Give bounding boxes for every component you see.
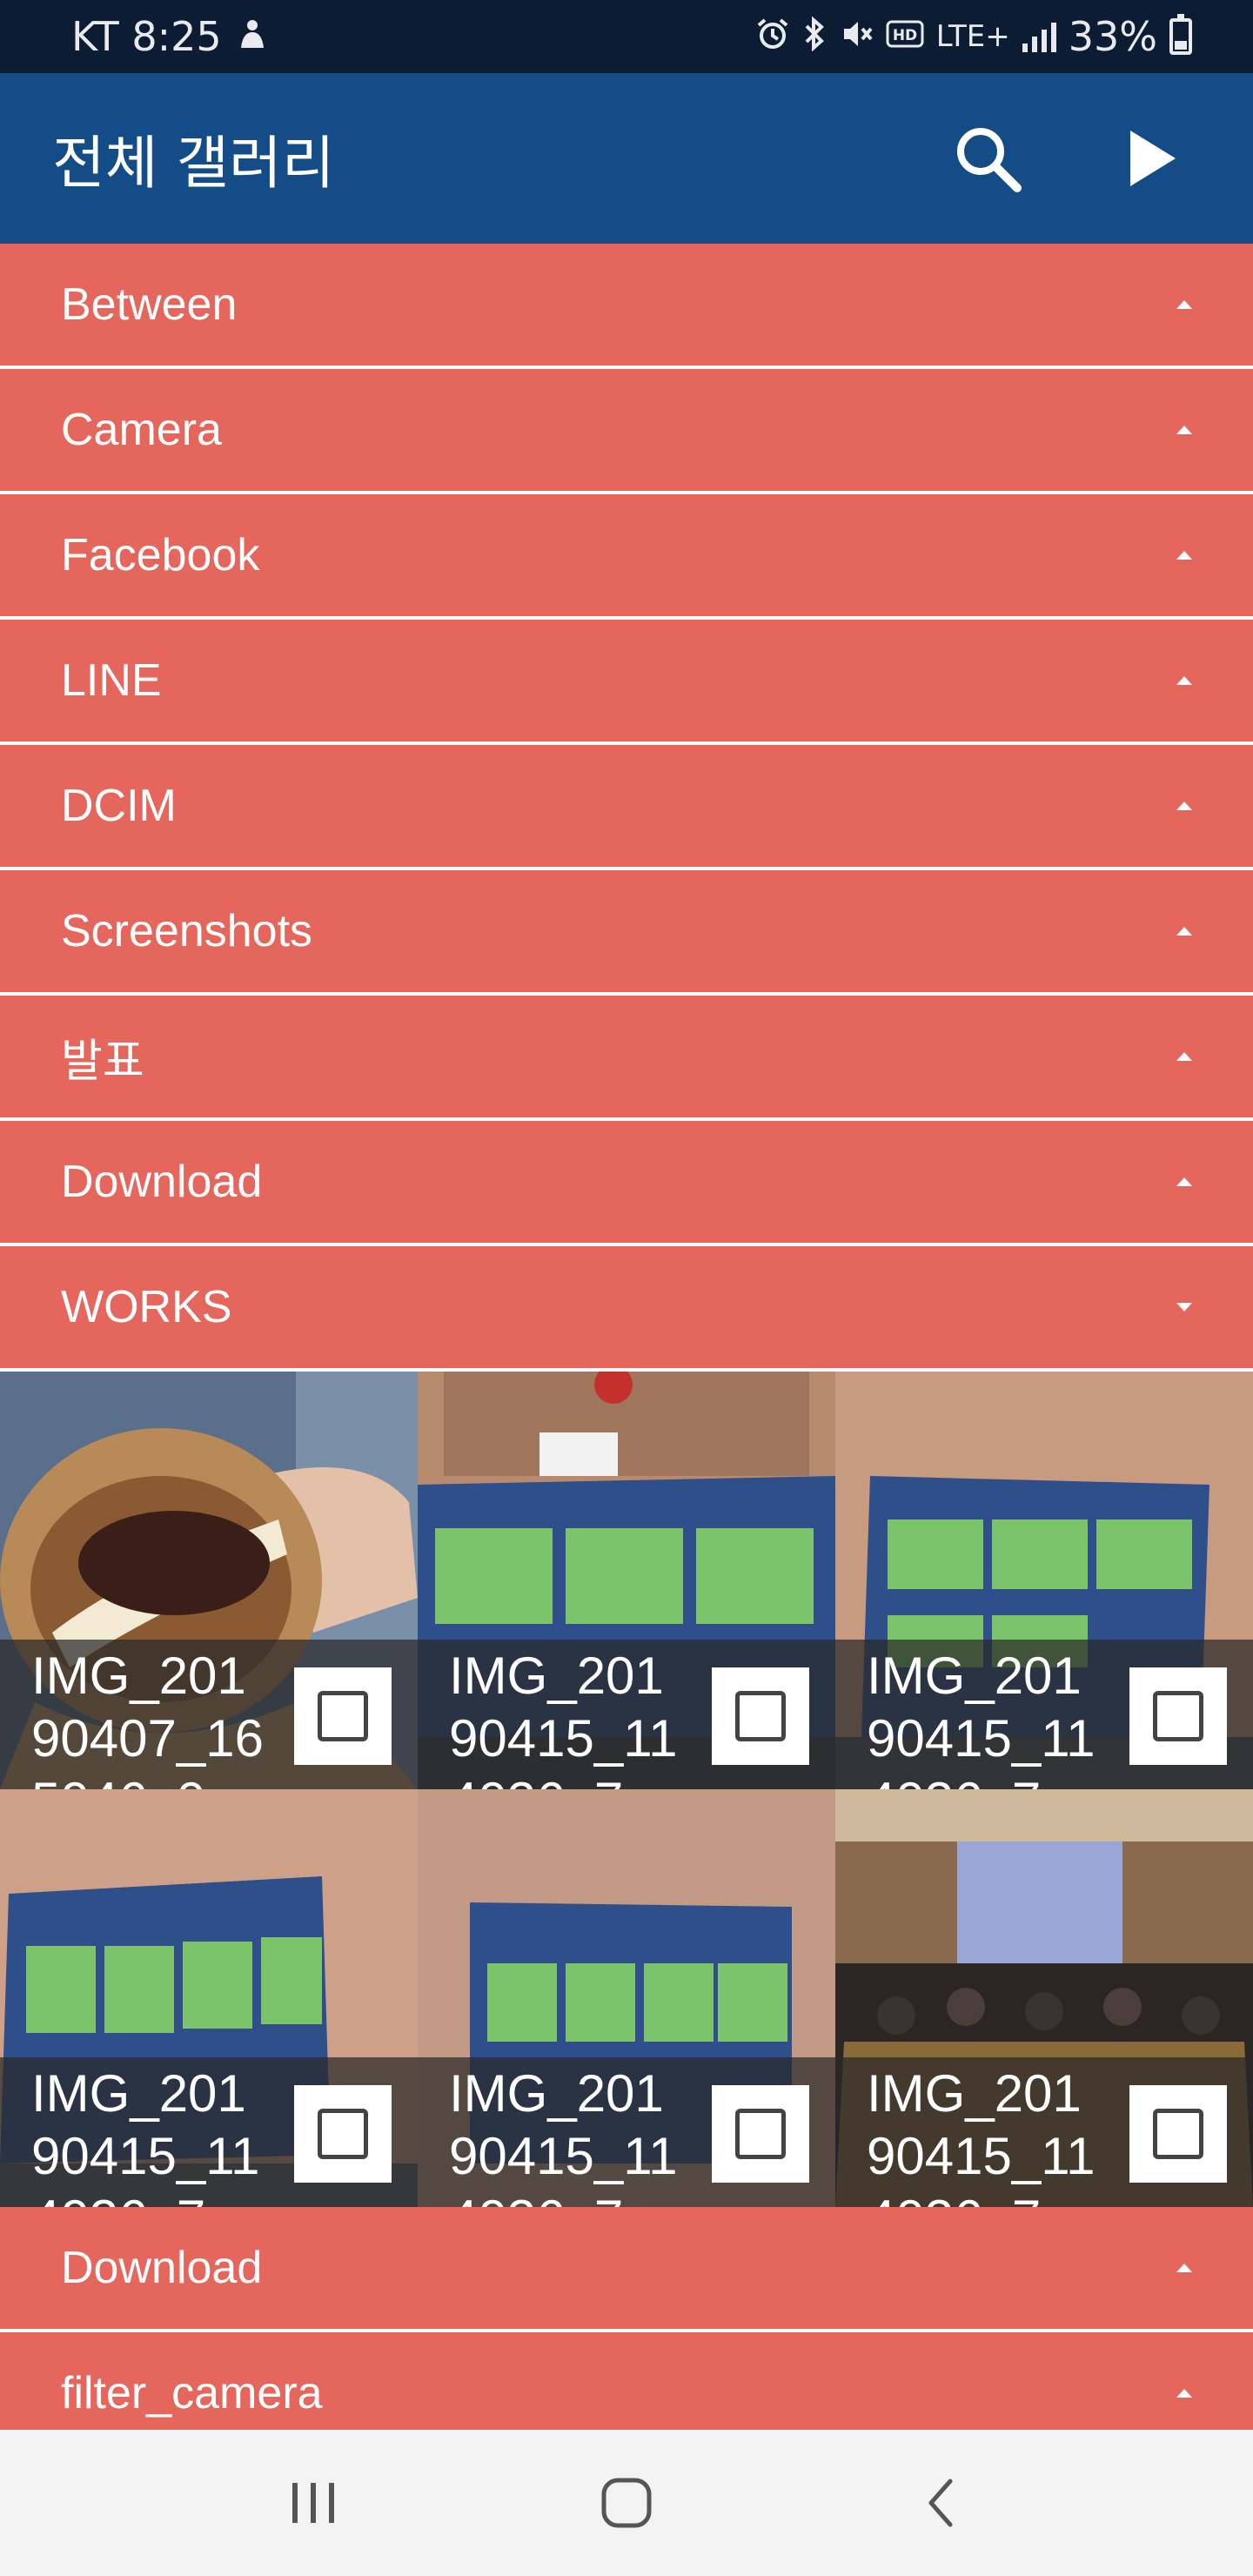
tile-caption: IMG_20190415_114036_7 — [418, 2057, 835, 2207]
navigation-bar — [0, 2430, 1253, 2576]
status-right: HD LTE+ 33% — [755, 13, 1192, 60]
image-name: IMG_20190415_114036_7 — [449, 2064, 678, 2207]
home-icon — [601, 2478, 652, 2528]
recent-apps-button[interactable] — [261, 2451, 365, 2555]
tile-caption: IMG_20190407_165046_0 — [0, 1640, 418, 1789]
image-tile[interactable]: IMG_20190415_114036_7 — [835, 1789, 1253, 2207]
select-checkbox[interactable] — [1129, 2085, 1227, 2183]
image-name: IMG_20190415_114036_7 — [449, 1647, 678, 1789]
folder-label: Screenshots — [61, 906, 313, 956]
search-icon — [957, 128, 1022, 192]
image-tile[interactable]: IMG_20190415_114036_7 — [418, 1372, 835, 1789]
caret-up-icon — [1176, 2264, 1192, 2272]
battery-icon — [1169, 14, 1192, 55]
search-button[interactable] — [940, 111, 1035, 206]
folder-label: filter_camera — [61, 2368, 323, 2418]
hd-icon: HD — [886, 18, 924, 55]
caret-down-icon — [1176, 1303, 1192, 1311]
back-button[interactable] — [888, 2451, 992, 2555]
image-name: IMG_20190415_114036_7 — [867, 1647, 1096, 1789]
folder-row-camera[interactable]: Camera — [0, 369, 1253, 494]
folder-row-between[interactable]: Between — [0, 244, 1253, 369]
carrier-time: KT 8:25 — [71, 13, 222, 60]
caret-up-icon — [1176, 426, 1192, 434]
folder-label: Between — [61, 279, 238, 330]
folder-row-works[interactable]: WORKS — [0, 1246, 1253, 1372]
notification-icon — [238, 18, 267, 55]
folder-label: Facebook — [61, 530, 260, 580]
folder-row-download[interactable]: Download — [0, 1121, 1253, 1246]
tile-caption: IMG_20190415_114036_7 — [835, 1640, 1253, 1789]
caret-up-icon — [1176, 802, 1192, 810]
folder-label: WORKS — [61, 1282, 232, 1332]
image-tile[interactable]: IMG_20190407_165046_0 — [0, 1372, 418, 1789]
select-checkbox[interactable] — [712, 2085, 809, 2183]
back-icon — [928, 2479, 953, 2527]
svg-text:HD: HD — [893, 27, 917, 44]
image-name: IMG_20190407_165046_0 — [31, 1647, 264, 1789]
status-left: KT 8:25 — [71, 13, 267, 60]
caret-up-icon — [1176, 927, 1192, 936]
folder-label: Download — [61, 1157, 263, 1207]
folder-label: DCIM — [61, 781, 177, 831]
caret-up-icon — [1176, 2389, 1192, 2398]
caret-up-icon — [1176, 1177, 1192, 1186]
select-checkbox[interactable] — [712, 1667, 809, 1765]
caret-up-icon — [1176, 676, 1192, 685]
page-title: 전체 갤러리 — [52, 130, 335, 197]
folder-label: LINE — [61, 655, 162, 706]
mute-icon — [839, 17, 874, 57]
select-checkbox[interactable] — [294, 1667, 392, 1765]
home-button[interactable] — [574, 2451, 679, 2555]
status-bar: KT 8:25 HD LTE+ 33% — [0, 0, 1253, 73]
signal-icon — [1022, 21, 1056, 52]
folder-row-line[interactable]: LINE — [0, 620, 1253, 745]
folder-row-presentation[interactable]: 발표 — [0, 996, 1253, 1121]
folder-label: Camera — [61, 405, 222, 455]
folder-row-download-2[interactable]: Download — [0, 2207, 1253, 2332]
tile-caption: IMG_20190415_114036_7 — [835, 2057, 1253, 2207]
select-checkbox[interactable] — [1129, 1667, 1227, 1765]
play-icon — [1130, 131, 1176, 186]
image-name: IMG_20190415_114036_7 — [31, 2064, 260, 2207]
bluetooth-icon — [802, 16, 827, 57]
folder-list: Between Camera Facebook LINE DCIM Screen… — [0, 244, 1253, 2458]
battery-percent: 33% — [1068, 13, 1157, 60]
network-type: LTE+ — [935, 19, 1010, 54]
caret-up-icon — [1176, 300, 1192, 309]
folder-row-dcim[interactable]: DCIM — [0, 745, 1253, 870]
image-grid: IMG_20190407_165046_0 IMG_20190415_11403… — [0, 1372, 1253, 2207]
app-bar: 전체 갤러리 — [0, 73, 1253, 244]
image-name: IMG_20190415_114036_7 — [867, 2064, 1096, 2207]
folder-row-screenshots[interactable]: Screenshots — [0, 870, 1253, 996]
folder-row-facebook[interactable]: Facebook — [0, 494, 1253, 620]
image-tile[interactable]: IMG_20190415_114036_7 — [835, 1372, 1253, 1789]
image-tile[interactable]: IMG_20190415_114036_7 — [0, 1789, 418, 2207]
image-tile[interactable]: IMG_20190415_114036_7 — [418, 1789, 835, 2207]
folder-label: 발표 — [61, 1036, 144, 1087]
play-button[interactable] — [1105, 111, 1201, 206]
tile-caption: IMG_20190415_114036_7 — [0, 2057, 418, 2207]
folder-label: Download — [61, 2243, 263, 2293]
select-checkbox[interactable] — [294, 2085, 392, 2183]
caret-up-icon — [1176, 1052, 1192, 1061]
tile-caption: IMG_20190415_114036_7 — [418, 1640, 835, 1789]
recent-apps-icon — [292, 2483, 334, 2523]
alarm-icon — [755, 17, 790, 57]
caret-up-icon — [1176, 551, 1192, 560]
